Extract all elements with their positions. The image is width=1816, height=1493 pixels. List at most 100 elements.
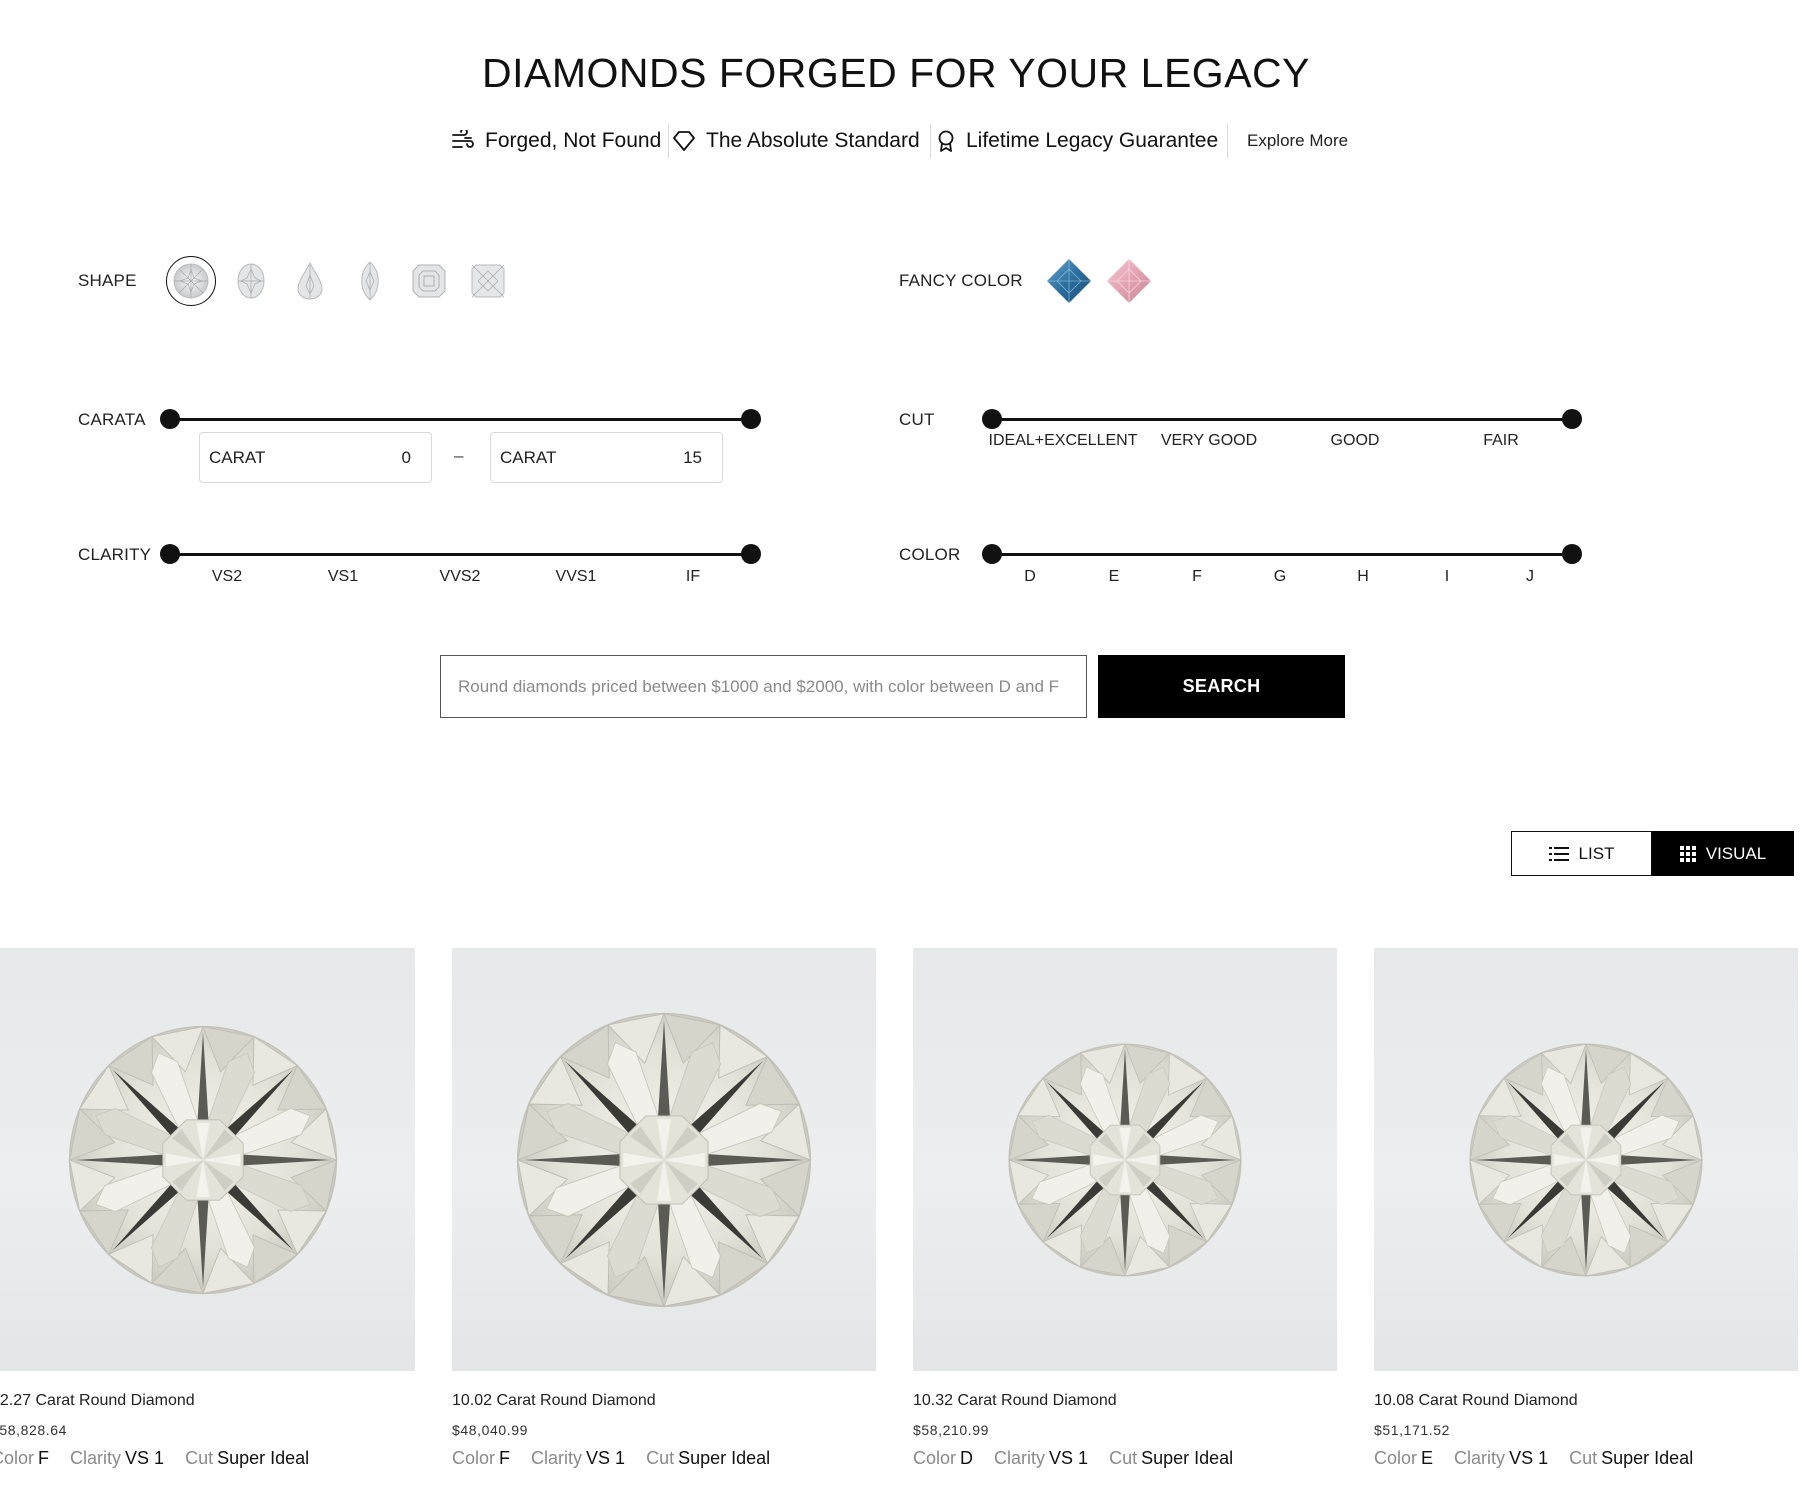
visual-view-label: VISUAL <box>1705 843 1767 863</box>
color-tick: D <box>1024 568 1036 585</box>
spec-key: Clarity <box>70 1448 122 1468</box>
product-card[interactable]: 10.02 Carat Round Diamond $48,040.99 Col… <box>452 948 876 1469</box>
spec-key: Color <box>452 1448 496 1468</box>
shape-label: SHAPE <box>78 271 137 290</box>
spec-key: Clarity <box>994 1448 1046 1468</box>
clarity-slider-track[interactable] <box>169 553 751 556</box>
clarity-tick: VVS2 <box>439 568 481 585</box>
product-card[interactable]: 10.08 Carat Round Diamond $51,171.52 Col… <box>1374 948 1798 1469</box>
color-max-handle[interactable] <box>1562 544 1582 564</box>
product-title[interactable]: 10.02 Carat Round Diamond <box>452 1392 876 1410</box>
color-label: COLOR <box>899 545 961 564</box>
color-tick: E <box>1108 568 1120 585</box>
fancy-color-blue-button[interactable] <box>1044 256 1094 306</box>
round-diamond-icon <box>516 1012 812 1307</box>
cut-min-handle[interactable] <box>982 409 1002 429</box>
color-tick: J <box>1526 568 1534 585</box>
spec-key: Cut <box>1109 1448 1138 1468</box>
spec-value: F <box>499 1448 511 1468</box>
oval-diamond-icon <box>237 263 265 299</box>
spec-key: Cut <box>646 1448 675 1468</box>
shape-asscher-button[interactable] <box>404 256 454 306</box>
carat-min-input[interactable] <box>351 447 411 468</box>
shape-oval-button[interactable] <box>226 256 276 306</box>
cut-tick: GOOD <box>1330 432 1380 449</box>
color-tick: F <box>1192 568 1202 585</box>
clarity-tick: VS1 <box>327 568 359 585</box>
search-button[interactable]: SEARCH <box>1098 655 1345 718</box>
carat-slider-track[interactable] <box>169 418 751 421</box>
wind-icon <box>452 130 474 148</box>
product-specs: ColorF ClarityVS 1 CutSuper Ideal <box>0 1448 415 1469</box>
clarity-tick: VS2 <box>211 568 243 585</box>
feature-forged: Forged, Not Found <box>451 124 661 158</box>
product-title[interactable]: 10.08 Carat Round Diamond <box>1374 1392 1798 1410</box>
product-card[interactable]: 12.27 Carat Round Diamond $58,828.64 Col… <box>0 948 415 1469</box>
spec-value: Super Ideal <box>1141 1448 1234 1468</box>
clarity-min-handle[interactable] <box>160 544 180 564</box>
product-title[interactable]: 12.27 Carat Round Diamond <box>0 1392 415 1410</box>
color-tick: H <box>1357 568 1369 585</box>
shape-radiant-button[interactable] <box>463 256 513 306</box>
product-specs: Color E Clarity VS 1 Cut Super Ideal <box>1374 1448 1798 1469</box>
list-view-button[interactable]: LIST <box>1511 831 1652 876</box>
product-card[interactable]: 10.32 Carat Round Diamond $58,210.99 Col… <box>913 948 1337 1469</box>
cut-tick: IDEAL+EXCELLENT <box>988 432 1138 449</box>
clarity-label: CLARITY <box>78 545 152 564</box>
product-image[interactable] <box>452 948 876 1371</box>
cut-label: CUT <box>899 410 935 429</box>
blue-diamond-icon <box>1047 259 1091 303</box>
carat-max-label: CARAT <box>500 447 557 467</box>
carat-max-field[interactable]: CARAT <box>490 432 723 483</box>
shape-round-button[interactable] <box>166 256 216 306</box>
color-slider-track[interactable] <box>990 553 1572 556</box>
product-price: $58,210.99 <box>913 1422 990 1438</box>
carat-min-handle[interactable] <box>160 409 180 429</box>
spec-value: VS 1 <box>586 1448 626 1468</box>
cut-max-handle[interactable] <box>1562 409 1582 429</box>
feature-guarantee: Lifetime Legacy Guarantee <box>936 124 1218 158</box>
page-title: DIAMONDS FORGED FOR YOUR LEGACY <box>481 50 1310 96</box>
radiant-diamond-icon <box>471 264 505 298</box>
product-title[interactable]: 10.32 Carat Round Diamond <box>913 1392 1337 1410</box>
spec-value: D <box>960 1448 974 1468</box>
feature-label: The Absolute Standard <box>706 129 920 152</box>
clarity-max-handle[interactable] <box>741 544 761 564</box>
list-icon <box>1548 846 1569 861</box>
spec-value: F <box>38 1448 50 1468</box>
spec-value: VS 1 <box>1509 1448 1549 1468</box>
clarity-tick: IF <box>685 568 701 585</box>
product-image[interactable] <box>913 948 1337 1371</box>
round-diamond-icon <box>68 1025 338 1294</box>
spec-key: Cut <box>1569 1448 1598 1468</box>
marquise-diamond-icon <box>361 261 379 301</box>
feature-label: Forged, Not Found <box>485 129 662 152</box>
product-image[interactable] <box>1374 948 1798 1371</box>
feature-standard: The Absolute Standard <box>672 124 920 158</box>
carat-label: CARATA <box>78 410 146 429</box>
explore-more-link[interactable]: Explore More <box>1247 124 1348 158</box>
spec-key: Clarity <box>531 1448 583 1468</box>
carat-max-handle[interactable] <box>741 409 761 429</box>
product-image[interactable] <box>0 948 415 1371</box>
search-input[interactable] <box>440 655 1087 718</box>
product-specs: Color D Clarity VS 1 Cut Super Ideal <box>913 1448 1337 1469</box>
visual-view-button[interactable]: VISUAL <box>1652 831 1794 876</box>
carat-min-field[interactable]: CARAT <box>199 432 432 483</box>
fancy-color-pink-button[interactable] <box>1104 256 1154 306</box>
carat-max-input[interactable] <box>642 447 702 468</box>
shape-pear-button[interactable] <box>285 256 335 306</box>
color-tick: G <box>1273 568 1287 585</box>
spec-key: Cut <box>185 1448 214 1468</box>
spec-value: VS 1 <box>1049 1448 1089 1468</box>
cut-tick: FAIR <box>1483 432 1519 449</box>
spec-value: VS 1 <box>125 1448 165 1468</box>
diamond-outline-icon <box>673 131 695 151</box>
grid-icon <box>1679 845 1696 862</box>
spec-value: E <box>1421 1448 1434 1468</box>
spec-key: Color <box>913 1448 957 1468</box>
color-min-handle[interactable] <box>982 544 1002 564</box>
shape-marquise-button[interactable] <box>345 256 395 306</box>
cut-slider-track[interactable] <box>990 418 1572 421</box>
clarity-tick: VVS1 <box>555 568 597 585</box>
